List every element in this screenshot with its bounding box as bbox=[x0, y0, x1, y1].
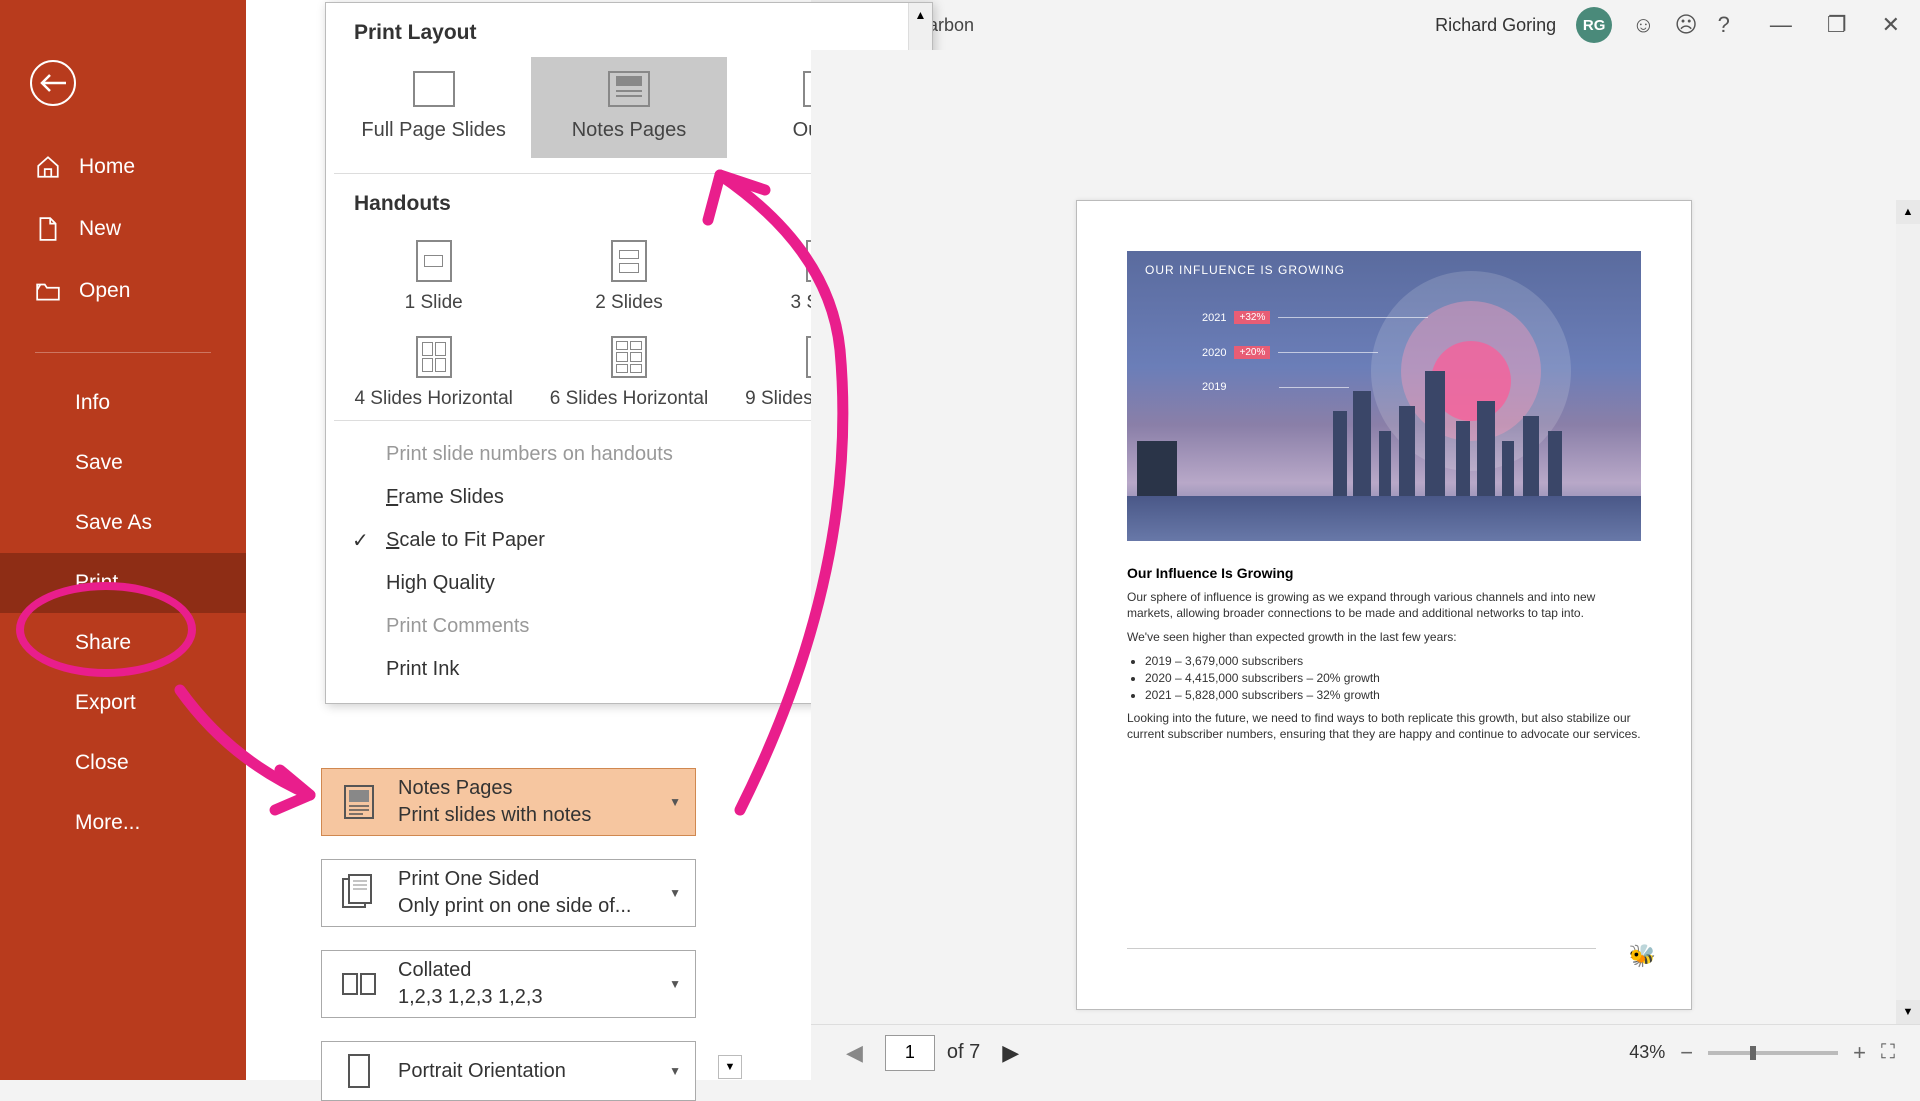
notes-bullet: 2020 – 4,415,000 subscribers – 20% growt… bbox=[1145, 671, 1641, 685]
nav-save-as[interactable]: Save As bbox=[0, 493, 246, 553]
new-icon bbox=[35, 216, 61, 242]
section-print-layout: Print Layout bbox=[326, 3, 932, 57]
dropdown-sub: Print slides with notes bbox=[398, 804, 653, 827]
notes-pages-icon bbox=[336, 779, 382, 825]
scroll-up-icon[interactable]: ▲ bbox=[909, 3, 932, 27]
portrait-icon bbox=[336, 1048, 382, 1094]
layout-dropdown[interactable]: Notes Pages Print slides with notes ▼ bbox=[321, 768, 696, 836]
nav-more[interactable]: More... bbox=[0, 793, 246, 853]
nav-home[interactable]: Home bbox=[0, 136, 246, 198]
zoom-percent: 43% bbox=[1629, 1042, 1665, 1063]
handout-6-horizontal[interactable]: 6 Slides Horizontal bbox=[531, 324, 726, 420]
home-icon bbox=[35, 154, 61, 180]
handout-2-icon bbox=[611, 240, 647, 282]
one-sided-icon bbox=[336, 870, 382, 916]
help-icon[interactable]: ? bbox=[1718, 12, 1730, 38]
layout-notes-pages[interactable]: Notes Pages bbox=[531, 57, 726, 158]
nav-open[interactable]: Open bbox=[0, 260, 246, 322]
close-window-button[interactable]: ✕ bbox=[1882, 12, 1900, 38]
notes-content: Our Influence Is Growing Our sphere of i… bbox=[1127, 565, 1641, 742]
nav-divider bbox=[35, 352, 211, 353]
nav-label: Home bbox=[79, 155, 135, 179]
chevron-down-icon: ▼ bbox=[669, 1064, 681, 1078]
logo-icon: 🐝 bbox=[1629, 943, 1656, 969]
notes-bullet: 2021 – 5,828,000 subscribers – 32% growt… bbox=[1145, 688, 1641, 702]
restore-button[interactable]: ❐ bbox=[1827, 12, 1847, 38]
collated-dropdown[interactable]: Collated 1,2,3 1,2,3 1,2,3 ▼ bbox=[321, 950, 696, 1018]
dropdown-title: Portrait Orientation bbox=[398, 1060, 653, 1083]
nav-save[interactable]: Save bbox=[0, 433, 246, 493]
nav-print[interactable]: Print bbox=[0, 553, 246, 613]
nav-new[interactable]: New bbox=[0, 198, 246, 260]
frown-feedback-icon[interactable]: ☹ bbox=[1675, 12, 1698, 38]
collated-icon bbox=[336, 961, 382, 1007]
notes-paragraph: Our sphere of influence is growing as we… bbox=[1127, 589, 1641, 621]
preview-page: OUR INFLUENCE IS GROWING 2021 +32% 2020 … bbox=[1076, 200, 1692, 1010]
chevron-down-icon: ▼ bbox=[669, 886, 681, 900]
dropdown-title: Collated bbox=[398, 959, 653, 982]
zoom-out-button[interactable]: − bbox=[1680, 1040, 1693, 1066]
user-name: Richard Goring bbox=[1435, 15, 1556, 36]
dropdown-title: Print One Sided bbox=[398, 868, 653, 891]
preview-navigation-bar: ◀ of 7 ▶ 43% − + ⛶ bbox=[811, 1024, 1920, 1080]
prev-page-button[interactable]: ◀ bbox=[836, 1040, 873, 1066]
full-page-icon bbox=[413, 71, 455, 107]
handout-4h-icon bbox=[416, 336, 452, 378]
backstage-sidebar: Home New Open Info Save Save As Print Sh… bbox=[0, 0, 246, 1080]
preview-scrollbar[interactable]: ▲ ▼ bbox=[1896, 200, 1920, 1024]
nav-label: Open bbox=[79, 279, 130, 303]
dropdown-sub: Only print on one side of... bbox=[398, 895, 653, 918]
nav-share[interactable]: Share bbox=[0, 613, 246, 673]
notes-bullet: 2019 – 3,679,000 subscribers bbox=[1145, 654, 1641, 668]
chevron-down-icon: ▼ bbox=[669, 977, 681, 991]
nav-label: New bbox=[79, 217, 121, 241]
handout-6h-icon bbox=[611, 336, 647, 378]
handout-2-slides[interactable]: 2 Slides bbox=[531, 228, 726, 324]
slide-thumbnail: OUR INFLUENCE IS GROWING 2021 +32% 2020 … bbox=[1127, 251, 1641, 541]
orientation-dropdown[interactable]: Portrait Orientation ▼ bbox=[321, 1041, 696, 1101]
handout-1-slide[interactable]: 1 Slide bbox=[336, 228, 531, 324]
notes-thumb-icon bbox=[608, 71, 650, 107]
minimize-button[interactable]: — bbox=[1770, 12, 1792, 38]
nav-info[interactable]: Info bbox=[0, 373, 246, 433]
next-page-button[interactable]: ▶ bbox=[992, 1040, 1029, 1066]
dropdown-sub: 1,2,3 1,2,3 1,2,3 bbox=[398, 986, 653, 1009]
back-arrow-icon bbox=[40, 73, 66, 93]
notes-paragraph: Looking into the future, we need to find… bbox=[1127, 710, 1641, 742]
slide-title: OUR INFLUENCE IS GROWING bbox=[1145, 263, 1345, 277]
chevron-down-icon: ▼ bbox=[669, 795, 681, 809]
user-avatar[interactable]: RG bbox=[1576, 7, 1612, 43]
handout-1-icon bbox=[416, 240, 452, 282]
layout-full-page-slides[interactable]: Full Page Slides bbox=[336, 57, 531, 158]
sides-dropdown[interactable]: Print One Sided Only print on one side o… bbox=[321, 859, 696, 927]
nav-close[interactable]: Close bbox=[0, 733, 246, 793]
nav-export[interactable]: Export bbox=[0, 673, 246, 733]
handout-4-horizontal[interactable]: 4 Slides Horizontal bbox=[336, 324, 531, 420]
settings-scroll-down[interactable]: ▼ bbox=[718, 1055, 742, 1079]
scroll-up-icon[interactable]: ▲ bbox=[1896, 200, 1920, 224]
open-folder-icon bbox=[35, 278, 61, 304]
notes-heading: Our Influence Is Growing bbox=[1127, 565, 1641, 581]
zoom-slider[interactable] bbox=[1708, 1051, 1838, 1055]
scroll-down-icon[interactable]: ▼ bbox=[1896, 1000, 1920, 1024]
page-count-label: of 7 bbox=[947, 1041, 980, 1064]
print-preview-area: OUR INFLUENCE IS GROWING 2021 +32% 2020 … bbox=[811, 50, 1920, 1080]
fit-to-window-button[interactable]: ⛶ bbox=[1881, 1041, 1895, 1064]
back-button[interactable] bbox=[30, 60, 76, 106]
notes-paragraph: We've seen higher than expected growth i… bbox=[1127, 629, 1641, 645]
smile-feedback-icon[interactable]: ☺ bbox=[1632, 12, 1654, 38]
zoom-in-button[interactable]: + bbox=[1853, 1040, 1866, 1066]
dropdown-title: Notes Pages bbox=[398, 777, 653, 800]
page-number-input[interactable] bbox=[885, 1035, 935, 1071]
